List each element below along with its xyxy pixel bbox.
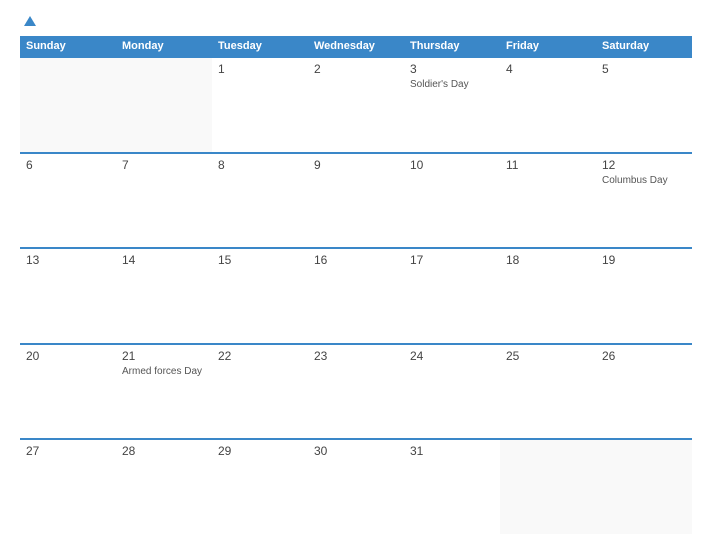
- day-number: 20: [26, 349, 110, 363]
- calendar: SundayMondayTuesdayWednesdayThursdayFrid…: [20, 36, 692, 534]
- day-number: 31: [410, 444, 494, 458]
- day-cell: [596, 440, 692, 534]
- day-number: 16: [314, 253, 398, 267]
- week-row-1: 123 Soldier's Day 45: [20, 56, 692, 152]
- day-number: 29: [218, 444, 302, 458]
- day-cell: 17: [404, 249, 500, 343]
- day-cell: 15: [212, 249, 308, 343]
- day-cell: 25: [500, 345, 596, 439]
- day-event: Soldier's Day: [410, 78, 494, 91]
- week-row-3: 13 14 15 16 17 18 19: [20, 247, 692, 343]
- day-cell: 10: [404, 154, 500, 248]
- day-cell: 31: [404, 440, 500, 534]
- day-header-saturday: Saturday: [596, 36, 692, 56]
- day-cell: 9: [308, 154, 404, 248]
- day-cell: 29: [212, 440, 308, 534]
- week-row-4: 20 21 Armed forces Day 22 23 24 25 26: [20, 343, 692, 439]
- day-header-tuesday: Tuesday: [212, 36, 308, 56]
- day-cell: 24: [404, 345, 500, 439]
- day-cell: 4: [500, 58, 596, 152]
- day-number: 8: [218, 158, 302, 172]
- day-cell: 12 Columbus Day: [596, 154, 692, 248]
- day-number: 21: [122, 349, 206, 363]
- day-event: Armed forces Day: [122, 365, 206, 378]
- day-cell: 19: [596, 249, 692, 343]
- day-cell: 18: [500, 249, 596, 343]
- day-number: 27: [26, 444, 110, 458]
- logo: [20, 16, 36, 26]
- day-number: 23: [314, 349, 398, 363]
- day-cell: [116, 58, 212, 152]
- day-cell: 16: [308, 249, 404, 343]
- day-number: 19: [602, 253, 686, 267]
- day-cell: 8: [212, 154, 308, 248]
- day-cell: 14: [116, 249, 212, 343]
- day-cell: 2: [308, 58, 404, 152]
- day-number: 26: [602, 349, 686, 363]
- day-header-sunday: Sunday: [20, 36, 116, 56]
- day-cell: 30: [308, 440, 404, 534]
- day-number: 11: [506, 158, 590, 172]
- day-cell: 1: [212, 58, 308, 152]
- day-number: 7: [122, 158, 206, 172]
- day-cell: 22: [212, 345, 308, 439]
- day-cell: 11: [500, 154, 596, 248]
- day-cell: 26: [596, 345, 692, 439]
- day-cell: 6: [20, 154, 116, 248]
- day-header-thursday: Thursday: [404, 36, 500, 56]
- day-number: 14: [122, 253, 206, 267]
- day-number: 15: [218, 253, 302, 267]
- day-number: 25: [506, 349, 590, 363]
- page: SundayMondayTuesdayWednesdayThursdayFrid…: [0, 0, 712, 550]
- week-row-2: 6789 10 11 12 Columbus Day: [20, 152, 692, 248]
- day-cell: [500, 440, 596, 534]
- day-header-friday: Friday: [500, 36, 596, 56]
- day-headers-row: SundayMondayTuesdayWednesdayThursdayFrid…: [20, 36, 692, 56]
- week-row-5: 27 28 29 30 31: [20, 438, 692, 534]
- day-number: 13: [26, 253, 110, 267]
- day-header-wednesday: Wednesday: [308, 36, 404, 56]
- day-cell: 28: [116, 440, 212, 534]
- day-number: 5: [602, 62, 686, 76]
- day-cell: 7: [116, 154, 212, 248]
- logo-blue-text: [20, 16, 36, 26]
- day-number: 28: [122, 444, 206, 458]
- day-number: 1: [218, 62, 302, 76]
- day-cell: 23: [308, 345, 404, 439]
- day-header-monday: Monday: [116, 36, 212, 56]
- day-number: 3: [410, 62, 494, 76]
- day-cell: 21 Armed forces Day: [116, 345, 212, 439]
- day-cell: 13: [20, 249, 116, 343]
- day-number: 18: [506, 253, 590, 267]
- day-cell: 20: [20, 345, 116, 439]
- weeks-container: 123Soldier's Day456789101112Columbus Day…: [20, 56, 692, 534]
- day-number: 12: [602, 158, 686, 172]
- day-cell: 3 Soldier's Day: [404, 58, 500, 152]
- day-number: 9: [314, 158, 398, 172]
- day-number: 17: [410, 253, 494, 267]
- day-number: 22: [218, 349, 302, 363]
- day-number: 30: [314, 444, 398, 458]
- day-cell: 5: [596, 58, 692, 152]
- day-number: 24: [410, 349, 494, 363]
- header: [20, 16, 692, 26]
- day-event: Columbus Day: [602, 174, 686, 187]
- day-number: 6: [26, 158, 110, 172]
- day-cell: 27: [20, 440, 116, 534]
- day-number: 10: [410, 158, 494, 172]
- logo-triangle-icon: [24, 16, 36, 26]
- day-number: 2: [314, 62, 398, 76]
- day-number: 4: [506, 62, 590, 76]
- day-cell: [20, 58, 116, 152]
